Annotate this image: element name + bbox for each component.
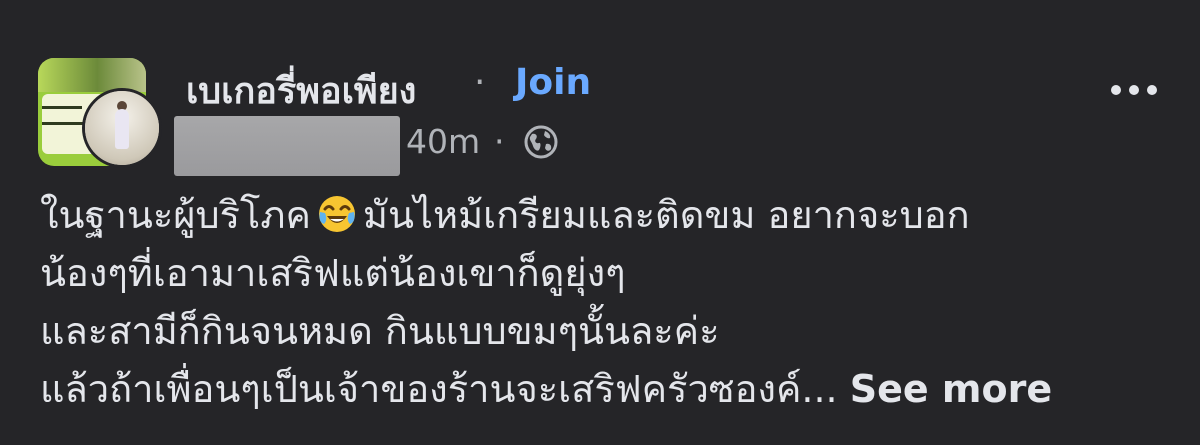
post-timestamp[interactable]: 40m (406, 122, 480, 161)
post-line: แล้วถ้าเพื่อนๆเป็นเจ้าของร้านจะเสริฟครัว… (40, 360, 1180, 418)
tears-of-joy-emoji-icon (317, 192, 357, 232)
post-body: ในฐานะผู้บริโภค มันไหม้เกรียมและติดขม อย… (40, 186, 1180, 418)
user-avatar-figure (115, 109, 129, 149)
post-line: ในฐานะผู้บริโภค มันไหม้เกรียมและติดขม อย… (40, 186, 1180, 244)
user-avatar[interactable] (82, 88, 162, 168)
sign-line (42, 122, 86, 125)
redacted-author-name (174, 116, 400, 176)
join-button[interactable]: Join (515, 62, 591, 103)
sign-line (42, 106, 82, 109)
timestamp-separator: · (494, 122, 505, 161)
post-text: ในฐานะผู้บริโภค (40, 193, 311, 237)
post-line: น้องๆที่เอามาเสริฟแต่น้องเขาก็ดูยุ่งๆ (40, 251, 626, 295)
feed-post: เบเกอรี่พอเพียง · Join 40m · ในฐานะผู้บร… (0, 0, 1200, 445)
post-text: มันไหม้เกรียมและติดขม อยากจะบอก (362, 193, 970, 237)
more-horizontal-icon[interactable] (1108, 80, 1160, 100)
group-avatar-photo (38, 58, 146, 92)
post-line: และสามีก็กินจนหมด กินแบบขมๆนั้นละค่ะ (40, 309, 720, 353)
globe-icon (524, 125, 558, 159)
header-separator: · (474, 62, 486, 103)
post-text: แล้วถ้าเพื่อนๆเป็นเจ้าของร้านจะเสริฟครัว… (40, 367, 838, 411)
see-more-link[interactable]: See more (850, 367, 1052, 411)
group-name-link[interactable]: เบเกอรี่พอเพียง (186, 62, 416, 119)
